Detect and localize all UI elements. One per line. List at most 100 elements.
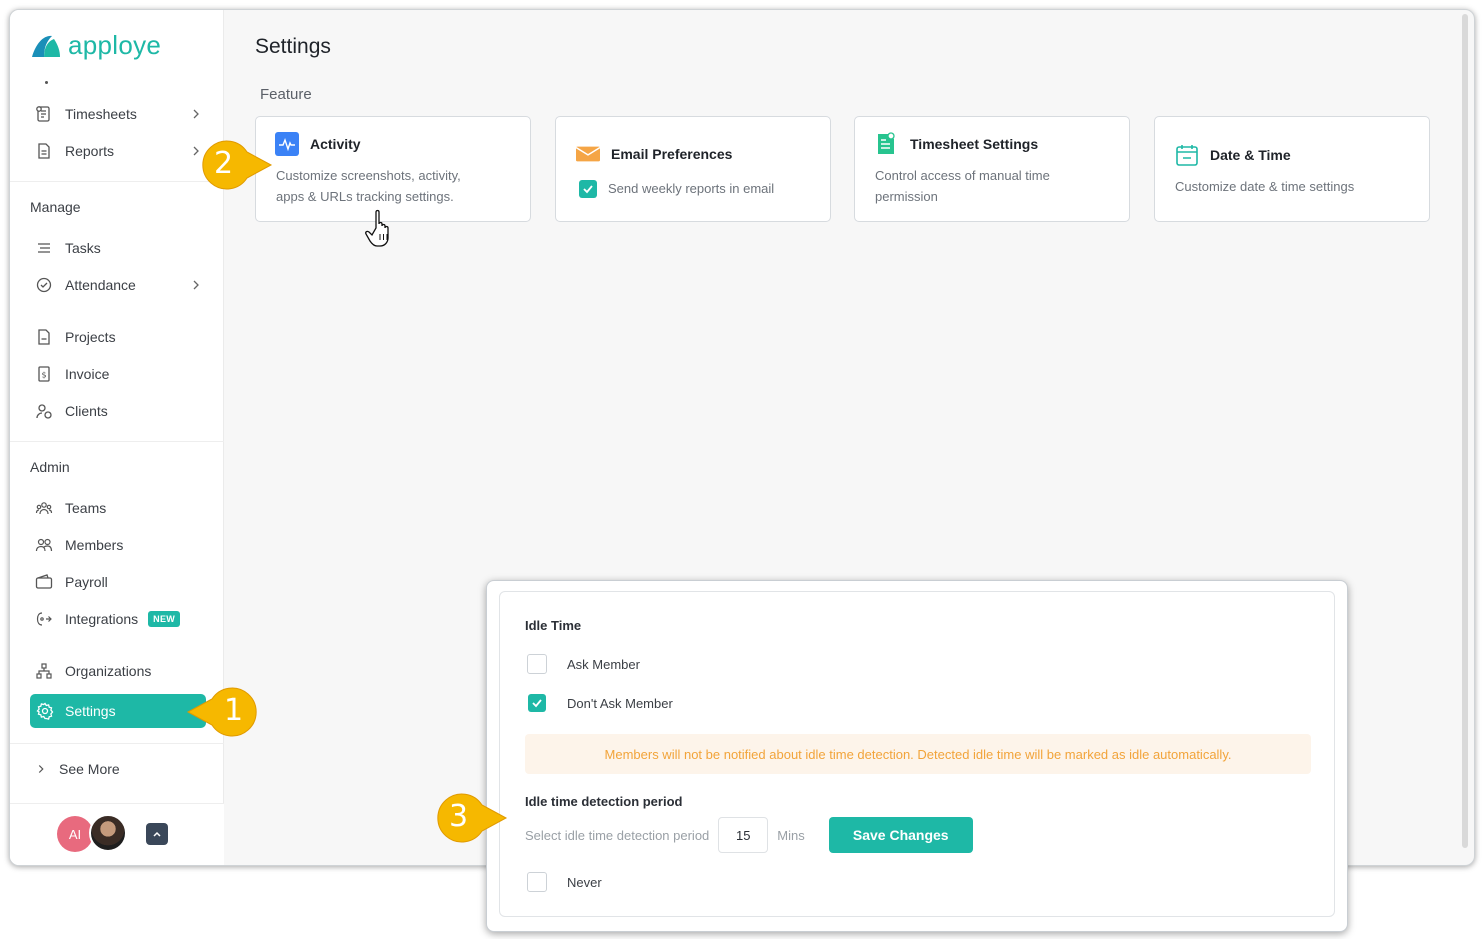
projects-icon (34, 327, 54, 347)
card-title: Timesheet Settings (910, 136, 1039, 152)
sidebar-item-label: Timesheets (65, 106, 137, 122)
sidebar-item-reports[interactable]: Reports (34, 135, 204, 167)
sidebar-item-attendance[interactable]: Attendance (34, 269, 204, 301)
card-desc-line: permission (875, 189, 938, 204)
card-title: Email Preferences (611, 146, 733, 162)
card-title: Date & Time (1210, 147, 1291, 163)
option-never[interactable]: Never (527, 872, 602, 892)
sidebar-divider (10, 441, 224, 442)
organizations-icon (34, 661, 54, 681)
marker-number: 3 (449, 799, 469, 834)
teams-icon (34, 498, 54, 518)
option-ask-member[interactable]: Ask Member (527, 654, 640, 674)
sidebar-item-label: Integrations (65, 611, 139, 627)
hand-cursor-icon (365, 209, 389, 247)
sidebar-item-label: Invoice (65, 366, 110, 382)
card-desc-line: Control access of manual time (875, 168, 1050, 183)
checkbox-unchecked[interactable] (527, 654, 547, 674)
sidebar-item-label: Teams (65, 500, 107, 516)
option-label: Don't Ask Member (567, 695, 673, 711)
card-timesheet-settings[interactable]: Timesheet Settings Control access of man… (854, 116, 1130, 222)
activity-icon (275, 132, 299, 156)
card-date-time[interactable]: Date & Time Customize date & time settin… (1154, 116, 1430, 222)
user-photo-avatar[interactable] (89, 814, 127, 852)
scroll-indicator-dot (45, 81, 48, 84)
svg-text:$: $ (41, 371, 46, 380)
see-more-link[interactable]: See More (34, 753, 204, 785)
sidebar-item-settings[interactable]: Settings (30, 694, 206, 728)
attendance-icon (34, 275, 54, 295)
sidebar-item-timesheets[interactable]: Timesheets (34, 98, 204, 130)
checkbox-checked[interactable] (528, 694, 546, 712)
marker-number: 1 (224, 693, 244, 728)
clients-icon (34, 401, 54, 421)
new-badge: NEW (148, 611, 181, 627)
option-label: Never (567, 874, 602, 890)
sidebar-item-label: Settings (65, 703, 116, 719)
section-label-feature: Feature (260, 86, 312, 103)
idle-period-row: Select idle time detection period 15 Min… (525, 817, 973, 853)
card-email-preferences[interactable]: Email Preferences Send weekly reports in… (555, 116, 831, 222)
tasks-icon (34, 238, 54, 258)
idle-period-input[interactable]: 15 (718, 817, 769, 853)
idle-time-panel: Idle Time Ask Member Don't Ask Member Me… (499, 591, 1335, 917)
sidebar-item-invoice[interactable]: $ Invoice (34, 358, 204, 390)
logo-text: apploye (68, 30, 162, 60)
sidebar-item-clients[interactable]: Clients (34, 395, 204, 427)
check-icon (532, 699, 542, 708)
payroll-icon (34, 572, 54, 592)
integrations-icon (34, 609, 54, 629)
idle-period-unit: Mins (777, 827, 805, 843)
annotation-marker-1: 1 (186, 685, 257, 737)
sidebar-item-tasks[interactable]: Tasks (34, 232, 204, 264)
sidebar-divider (10, 743, 224, 744)
report-icon (34, 141, 54, 161)
sidebar-item-label: Payroll (65, 574, 108, 590)
sidebar-divider (10, 181, 224, 182)
card-desc-line: Customize screenshots, activity, (276, 168, 461, 183)
sidebar-item-teams[interactable]: Teams (34, 492, 204, 524)
card-description: Control access of manual time permission (875, 165, 1050, 207)
sidebar-item-label: Projects (65, 329, 116, 345)
logo[interactable]: apploye (30, 30, 161, 61)
card-desc-line: apps & URLs tracking settings. (276, 189, 454, 204)
calendar-icon (1175, 143, 1199, 167)
sidebar-item-integrations[interactable]: Integrations NEW (34, 603, 214, 635)
idle-period-label: Select idle time detection period (525, 827, 710, 843)
card-title: Activity (310, 136, 361, 152)
see-more-label: See More (59, 761, 120, 777)
main-scrollbar[interactable] (1462, 14, 1468, 848)
avatar-initials: AI (68, 826, 82, 842)
save-changes-button[interactable]: Save Changes (828, 817, 973, 853)
section-label-admin: Admin (30, 459, 70, 475)
checkbox-unchecked[interactable] (527, 872, 547, 892)
annotation-marker-3: 3 (428, 791, 508, 843)
marker-number: 2 (214, 146, 234, 181)
sidebar-item-label: Attendance (65, 277, 136, 293)
sidebar-item-projects[interactable]: Projects (34, 321, 204, 353)
idle-time-title: Idle Time (525, 618, 582, 633)
email-icon (576, 142, 600, 166)
checkbox-checked[interactable] (579, 179, 597, 198)
idle-time-callout: Idle Time Ask Member Don't Ask Member Me… (486, 580, 1348, 932)
timesheet-icon (34, 104, 54, 124)
avatar[interactable]: AI (57, 816, 93, 852)
sidebar-item-organizations[interactable]: Organizations (34, 655, 204, 687)
sidebar-item-label: Members (65, 537, 124, 553)
option-dont-ask-member[interactable]: Don't Ask Member (528, 694, 673, 712)
check-icon (583, 184, 593, 193)
chevron-right-icon (193, 109, 199, 119)
page-title: Settings (255, 35, 331, 58)
chevron-up-icon (153, 831, 161, 837)
sidebar-item-label: Clients (65, 403, 108, 419)
apploye-logo-icon (32, 35, 60, 57)
collapse-button[interactable] (146, 823, 168, 845)
sidebar-item-label: Reports (65, 143, 115, 159)
annotation-marker-2: 2 (193, 138, 273, 190)
idle-period-title: Idle time detection period (525, 794, 683, 809)
chevron-right-icon (38, 765, 44, 773)
email-weekly-checkbox-row[interactable]: Send weekly reports in email (579, 178, 774, 199)
sidebar-item-payroll[interactable]: Payroll (34, 566, 204, 598)
card-description: Customize date & time settings (1175, 179, 1355, 194)
sidebar-item-members[interactable]: Members (34, 529, 204, 561)
